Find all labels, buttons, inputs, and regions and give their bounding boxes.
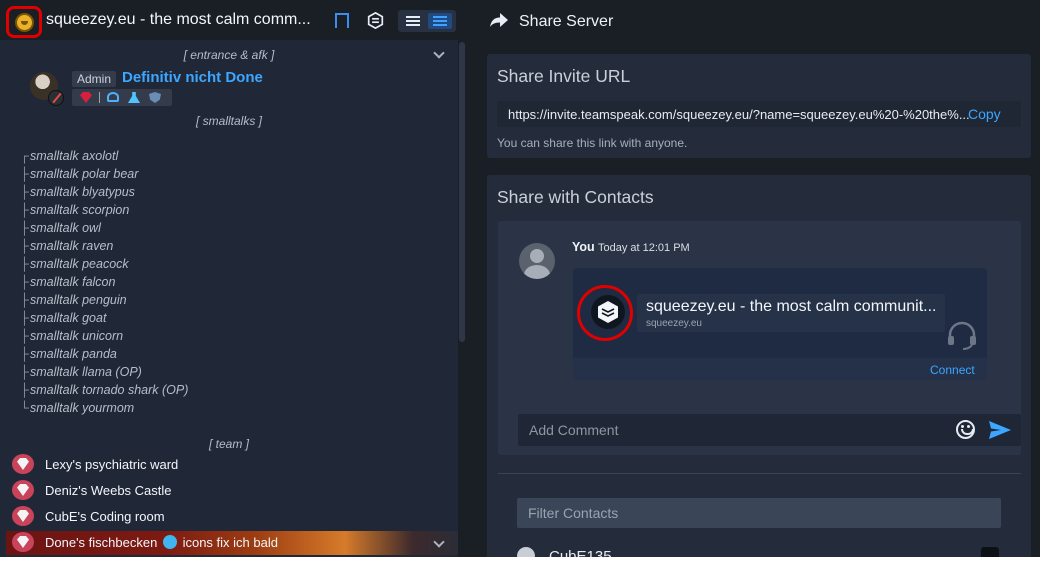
share-contacts-card: Share with Contacts You Today at 12:01 P… xyxy=(487,175,1031,561)
team-channel[interactable]: Deniz's Weebs Castle xyxy=(10,479,450,503)
spacer-entrance[interactable]: [ entrance & afk ] xyxy=(0,48,458,62)
server-logo-icon xyxy=(591,295,625,329)
send-icon[interactable] xyxy=(989,421,1011,439)
team-channel[interactable]: Lexy's psychiatric ward xyxy=(10,453,450,477)
headset-icon xyxy=(948,321,976,350)
shield-badge-icon xyxy=(149,92,161,103)
message-author: You xyxy=(572,240,595,254)
gem-icon xyxy=(12,454,34,474)
message-time: Today at 12:01 PM xyxy=(598,242,690,254)
invite-url[interactable]: https://invite.teamspeak.com/squeezey.eu… xyxy=(508,107,970,122)
view-toggle xyxy=(398,10,456,32)
client-entry[interactable]: Admin Definitiv nicht Done xyxy=(30,69,450,110)
gem-icon xyxy=(12,532,34,552)
team-channel-label: Done's fischbecken icons fix ich bald xyxy=(45,535,278,550)
client-name[interactable]: Definitiv nicht Done xyxy=(122,69,263,86)
invite-server-name: squeezey.eu - the most calm communit... xyxy=(646,298,937,315)
user-avatar-icon xyxy=(519,243,555,279)
channel-item[interactable]: ├smalltalk polar bear xyxy=(20,167,138,181)
team-channel-label: CubE's Coding room xyxy=(45,509,165,524)
badge-separator xyxy=(99,92,100,103)
comment-input[interactable]: Add Comment xyxy=(518,414,1021,446)
headset-badge-icon xyxy=(107,92,119,102)
gem-icon xyxy=(12,506,34,526)
channel-tree-pane: squeezey.eu - the most calm comm... [ en… xyxy=(0,0,466,561)
share-arrow-icon xyxy=(490,13,508,27)
channel-item[interactable]: ├smalltalk goat xyxy=(20,311,106,325)
divider xyxy=(498,473,1021,474)
bookmark-icon[interactable] xyxy=(334,10,350,30)
channel-item[interactable]: ├smalltalk owl xyxy=(20,221,101,235)
collapse-chevron-icon[interactable] xyxy=(433,537,445,549)
channel-item[interactable]: ├smalltalk penguin xyxy=(20,293,127,307)
comment-placeholder: Add Comment xyxy=(529,422,619,438)
badge-bar xyxy=(72,89,172,106)
invite-url-card: Share Invite URL https://invite.teamspea… xyxy=(487,54,1031,158)
gem-icon xyxy=(12,480,34,500)
channel-item[interactable]: ├smalltalk blyatypus xyxy=(20,185,135,199)
window-edge xyxy=(0,557,1040,561)
url-note: You can share this link with anyone. xyxy=(497,136,688,150)
invite-server-host: squeezey.eu xyxy=(646,318,702,329)
spacer-smalltalks[interactable]: [ smalltalks ] xyxy=(0,114,458,128)
role-badge: Admin xyxy=(72,71,117,87)
smiley-icon[interactable] xyxy=(956,420,975,439)
team-channel-active[interactable]: Done's fischbecken icons fix ich bald xyxy=(6,531,458,555)
team-channel[interactable]: CubE's Coding room xyxy=(10,505,450,529)
channel-item[interactable]: ├smalltalk panda xyxy=(20,347,117,361)
channel-item[interactable]: ├smalltalk llama (OP) xyxy=(20,365,142,379)
gem-badge-icon xyxy=(80,92,92,103)
page-title: Share Server xyxy=(519,13,614,30)
filter-contacts-input[interactable]: Filter Contacts xyxy=(517,498,1001,528)
channel-item[interactable]: ├smalltalk peacock xyxy=(20,257,129,271)
invite-url-field[interactable]: https://invite.teamspeak.com/squeezey.eu… xyxy=(497,101,1021,127)
team-channel-label: Deniz's Weebs Castle xyxy=(45,483,172,498)
channel-item[interactable]: ├smalltalk tornado shark (OP) xyxy=(20,383,188,397)
server-info-icon[interactable] xyxy=(366,10,384,30)
list-view-icon[interactable] xyxy=(401,13,425,29)
connect-link[interactable]: Connect xyxy=(930,363,975,377)
channel-item[interactable]: └smalltalk yourmom xyxy=(20,401,134,415)
invite-server-info: squeezey.eu - the most calm communit... … xyxy=(637,294,945,332)
channel-item[interactable]: ├smalltalk falcon xyxy=(20,275,115,289)
channel-item[interactable]: ┌smalltalk axolotl xyxy=(20,149,118,163)
invite-card-body: squeezey.eu - the most calm communit... … xyxy=(573,268,987,358)
server-icon[interactable] xyxy=(6,6,42,38)
fish-icon xyxy=(162,535,177,549)
card-title: Share Invite URL xyxy=(497,66,631,86)
copy-button[interactable]: Copy xyxy=(968,106,1001,122)
collapse-chevron-icon[interactable] xyxy=(433,48,445,60)
server-header: squeezey.eu - the most calm comm... xyxy=(0,0,466,40)
channel-item[interactable]: ├smalltalk raven xyxy=(20,239,113,253)
channel-tree: [ entrance & afk ] Admin Definitiv nicht… xyxy=(0,40,458,561)
flask-badge-icon xyxy=(128,92,140,103)
card-title: Share with Contacts xyxy=(497,187,654,207)
tree-scrollbar[interactable] xyxy=(458,40,466,561)
server-name[interactable]: squeezey.eu - the most calm comm... xyxy=(46,11,311,29)
muted-icon xyxy=(48,90,64,106)
share-server-pane: Share Server Share Invite URL https://in… xyxy=(466,0,1040,561)
detailed-view-icon[interactable] xyxy=(428,13,452,29)
team-channel-label: Lexy's psychiatric ward xyxy=(45,457,179,472)
channel-item[interactable]: ├smalltalk unicorn xyxy=(20,329,123,343)
channel-item[interactable]: ├smalltalk scorpion xyxy=(20,203,129,217)
filter-placeholder: Filter Contacts xyxy=(528,505,619,521)
scrollbar-thumb[interactable] xyxy=(459,42,465,342)
server-invite-card: squeezey.eu - the most calm communit... … xyxy=(573,268,987,380)
spacer-team[interactable]: [ team ] xyxy=(0,437,458,451)
